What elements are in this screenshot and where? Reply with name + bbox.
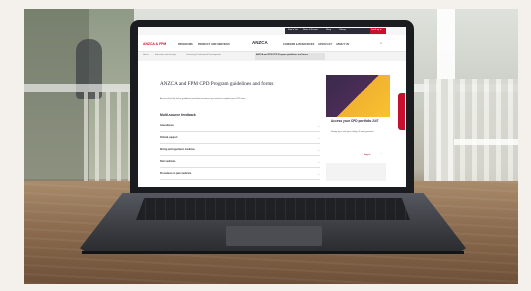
nav-about[interactable]: ABOUT US <box>336 43 349 46</box>
laptop-keyboard <box>136 198 410 220</box>
breadcrumb-current: ANZCA and FPM CPD Program guidelines and… <box>256 54 308 56</box>
laptop-trackpad <box>226 226 322 246</box>
accordion-anaesthesia[interactable]: Anaesthesia ⌄ <box>160 125 320 132</box>
promo-login-link[interactable]: Log in <box>364 154 370 156</box>
breadcrumb-education[interactable]: Education and training <box>155 54 176 56</box>
intro-text: Access all of the forms, guidelines and … <box>160 98 246 100</box>
arrow-right-icon[interactable]: → <box>380 153 382 155</box>
feedback-side-tab[interactable] <box>398 93 405 130</box>
chevron-down-icon: ⌄ <box>317 173 320 176</box>
accordion-clinical-support[interactable]: Clinical support ⌄ <box>160 137 320 144</box>
background-chair <box>424 79 518 189</box>
accordion-label: Anaesthesia <box>160 125 174 127</box>
page-title: ANZCA and FPM CPD Program guidelines and… <box>160 81 274 87</box>
accordion-label: Clinical support <box>160 137 178 139</box>
util-find-a-vet[interactable]: Find a Vet <box>288 29 298 31</box>
util-news-events[interactable]: News & Events <box>303 29 318 31</box>
chair-rail <box>454 139 518 145</box>
promo-title: Access your CPD portfolio 24/7 <box>331 119 379 123</box>
accordion-diving[interactable]: Diving and hyperbaric medicine ⌄ <box>160 149 320 156</box>
breadcrumb-cpd[interactable]: Continuing Professional Development <box>186 54 221 56</box>
utility-bar <box>285 28 382 34</box>
section-title: Multi-source feedback <box>160 113 196 117</box>
util-join-login[interactable]: Join/Log in <box>371 29 382 31</box>
util-library[interactable]: Library <box>339 29 346 31</box>
nav-products[interactable]: PRODUCT AND SERVICES <box>198 43 230 46</box>
accordion-pain-medicine[interactable]: Pain medicine ⌄ <box>160 161 320 168</box>
chevron-down-icon: ⌄ <box>317 149 320 152</box>
nav-advocacy[interactable]: ADVOCACY <box>318 43 332 46</box>
site-logo-left[interactable]: ANZCA & FPM <box>143 42 166 46</box>
accordion-label: Pain medicine <box>160 161 176 163</box>
nav-programs[interactable]: PROGRAMS <box>178 43 193 46</box>
nav-careers[interactable]: CAREERS & RESOURCES <box>283 43 314 46</box>
breadcrumb-home[interactable]: Home <box>143 54 149 56</box>
accordion-label: Procedures in pain medicine <box>160 173 192 175</box>
accordion-procedures[interactable]: Procedures in pain medicine ⌄ <box>160 173 320 180</box>
chevron-down-icon: ⌄ <box>317 137 320 140</box>
laptop-front-edge <box>82 251 464 254</box>
search-icon[interactable]: ⌕ <box>380 41 382 45</box>
util-shop[interactable]: Shop <box>326 29 331 31</box>
side-panel-box <box>326 163 386 181</box>
chevron-down-icon: ⌄ <box>317 161 320 164</box>
accordion-label: Diving and hyperbaric medicine <box>160 149 195 151</box>
promo-body: Simply log in with your college ID and p… <box>331 131 374 133</box>
site-logo-center[interactable]: ANZCA <box>252 40 268 45</box>
promo-image <box>326 75 390 117</box>
chevron-down-icon: ⌄ <box>317 125 320 128</box>
